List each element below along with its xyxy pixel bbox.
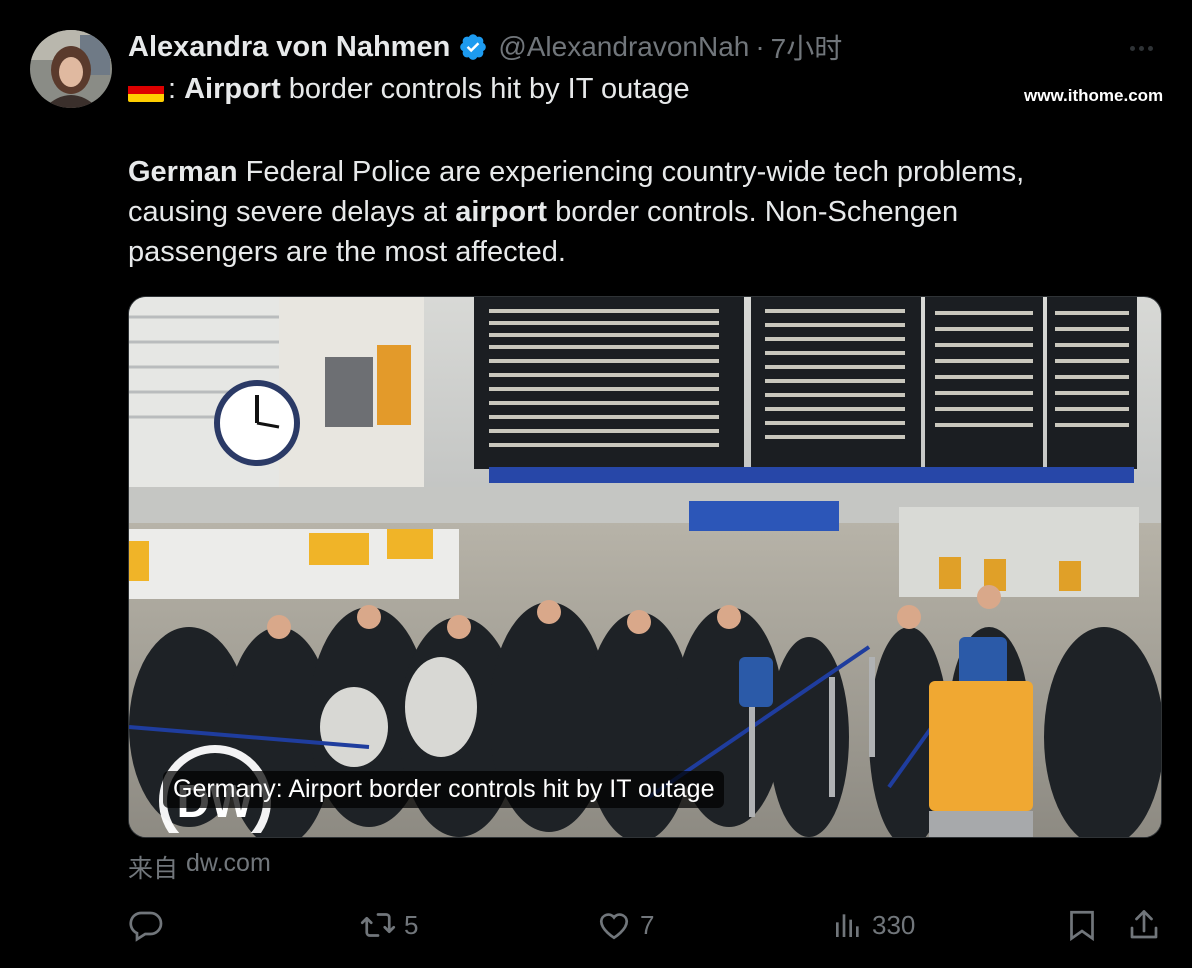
source-domain[interactable]: dw.com (186, 849, 271, 885)
views-chart-icon (832, 907, 864, 943)
tweet-actions: 5 7 330 (0, 900, 1192, 950)
body-line-2: causing severe delays at airport border … (128, 192, 1108, 232)
author-display-name[interactable]: Alexandra von Nahmen (128, 31, 450, 64)
tweet-body: German Federal Police are experiencing c… (128, 152, 1108, 272)
retweet-button[interactable]: 5 (360, 900, 418, 950)
body-line-1-rest: Federal Police are experiencing country-… (237, 156, 1025, 188)
bookmark-icon (1064, 907, 1100, 943)
author-handle[interactable]: @AlexandravonNah (498, 31, 749, 63)
tweet-header: Alexandra von Nahmen @AlexandravonNah · … (128, 27, 843, 67)
title-bold-word: Airport (184, 73, 281, 105)
reply-button[interactable] (128, 900, 172, 950)
share-button[interactable] (1126, 900, 1162, 950)
tweet-timestamp[interactable]: 7小时 (771, 27, 843, 67)
watermark: www.ithome.com (1024, 86, 1164, 105)
reply-icon (128, 907, 164, 943)
heart-icon (596, 907, 632, 943)
body-bold-airport: airport (455, 196, 548, 228)
tweet[interactable]: Alexandra von Nahmen @AlexandravonNah · … (0, 0, 1192, 968)
more-options-icon[interactable] (1118, 33, 1164, 63)
body-bold-german: German (128, 156, 238, 188)
views-count: 330 (872, 909, 916, 940)
views-button[interactable]: 330 (832, 900, 915, 950)
germany-flag-icon (128, 77, 164, 102)
header-separator: · (755, 31, 765, 62)
body-line-3: passengers are the most affected. (128, 236, 566, 268)
link-card[interactable]: DW Germany: Airport border controls hit … (128, 296, 1162, 838)
tweet-title-line: : Airport border controls hit by IT outa… (128, 73, 690, 106)
like-count: 7 (640, 909, 655, 940)
like-button[interactable]: 7 (596, 900, 654, 950)
card-caption: Germany: Airport border controls hit by … (163, 771, 725, 808)
retweet-icon (360, 907, 396, 943)
author-avatar[interactable] (30, 30, 112, 108)
verified-badge-icon[interactable] (458, 32, 488, 62)
body-line-1: German Federal Police are experiencing c… (128, 152, 1108, 192)
share-icon (1126, 907, 1162, 943)
title-rest: border controls hit by IT outage (280, 73, 690, 105)
body-line-2-rest: border controls. Non-Schengen (547, 196, 959, 228)
bookmark-button[interactable] (1064, 900, 1100, 950)
title-prefix: : (168, 73, 177, 105)
airport-photo (129, 297, 1161, 837)
retweet-count: 5 (404, 909, 419, 940)
source-prefix: 来自 (128, 855, 179, 883)
card-source[interactable]: 来自 dw.com (128, 849, 271, 885)
body-line-2-start: causing severe delays at (128, 196, 456, 228)
